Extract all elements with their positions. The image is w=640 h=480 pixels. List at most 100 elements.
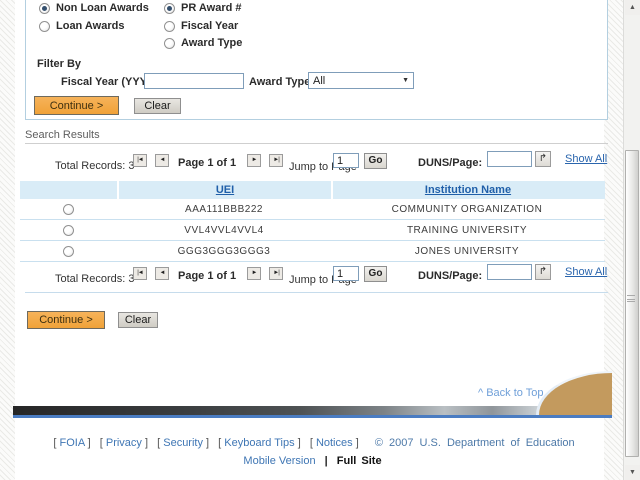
show-all-link[interactable]: Show All [565,153,607,165]
filter-by-label: Filter By [37,58,81,70]
fiscal-year-radio[interactable] [164,21,175,32]
go-button[interactable]: Go [364,153,387,169]
prev-page-button[interactable]: ◄ [155,267,169,280]
pagination-top: Total Records: 3 |◄ ◄ Page 1 of 1 ► ►| J… [25,150,608,176]
award-type-radio-label: Award Type [181,37,242,49]
row-institution: JONES UNIVERSITY [331,246,603,257]
continue-button-bottom[interactable]: Continue > [27,311,105,329]
uei-sort-link[interactable]: UEI [216,184,234,196]
page-status: Page 1 of 1 [178,270,236,282]
award-type-radio[interactable] [164,38,175,49]
award-type-selected-value: All [313,75,325,87]
footer-version-row: Mobile Version | Full Site [15,455,610,467]
bracket: ] [88,437,91,449]
copyright-text: © 2007 U.S. Department of Education [375,437,575,449]
security-link[interactable]: Security [163,437,203,449]
non-loan-awards-label: Non Loan Awards [56,2,149,14]
bracket: ] [206,437,209,449]
show-all-link[interactable]: Show All [565,266,607,278]
row-institution: TRAINING UNIVERSITY [331,225,603,236]
prev-page-button[interactable]: ◄ [155,154,169,167]
bracket: ] [298,437,301,449]
row-select-radio[interactable] [63,204,74,215]
table-row: AAA111BBB222 COMMUNITY ORGANIZATION [20,199,605,220]
duns-per-page-input[interactable] [487,264,532,280]
award-type-select[interactable]: All ▼ [308,72,414,89]
page-status: Page 1 of 1 [178,157,236,169]
last-page-icon: ►| [273,270,279,276]
row-select-radio[interactable] [63,225,74,236]
institution-column-header: Institution Name [331,181,603,199]
bracket: ] [145,437,148,449]
privacy-link[interactable]: Privacy [106,437,142,449]
select-column-header [20,181,117,199]
last-page-icon: ►| [273,157,279,163]
continue-button-top[interactable]: Continue > [34,96,119,115]
fiscal-year-input[interactable] [144,73,244,89]
classroom-corner-photo [536,371,612,415]
row-select-radio[interactable] [63,246,74,257]
footer-links-row: [ FOIA ] [ Privacy ] [ Security ] [ Keyb… [15,437,610,449]
pr-award-radio[interactable] [164,3,175,14]
clear-button-top[interactable]: Clear [134,98,181,114]
pagination-bottom: Total Records: 3 |◄ ◄ Page 1 of 1 ► ►| J… [25,263,608,289]
row-uei: VVL4VVL4VVL4 [117,225,331,236]
full-site-label: Full Site [337,455,382,467]
first-page-button[interactable]: |◄ [133,154,147,167]
duns-per-page-label: DUNS/Page: [418,270,482,282]
section-divider [25,143,608,144]
bracket: [ [157,437,160,449]
institution-sort-link[interactable]: Institution Name [425,184,511,196]
mobile-version-link[interactable]: Mobile Version [243,455,315,467]
prev-page-icon: ◄ [160,157,165,163]
bracket: [ [310,437,313,449]
scroll-up-button[interactable]: ▲ [625,0,640,15]
bracket: [ [53,437,56,449]
search-results-title: Search Results [25,129,100,141]
row-institution: COMMUNITY ORGANIZATION [331,204,603,215]
foia-link[interactable]: FOIA [59,437,84,449]
keyboard-tips-link[interactable]: Keyboard Tips [224,437,294,449]
scroll-down-button[interactable]: ▼ [625,465,640,480]
table-row: VVL4VVL4VVL4 TRAINING UNIVERSITY [20,220,605,241]
search-criteria-panel: Non Loan Awards Loan Awards PR Award # F… [25,0,608,120]
jump-to-page-input[interactable] [333,266,359,281]
back-to-top-link[interactable]: ^ Back to Top [478,387,544,399]
fiscal-year-radio-label: Fiscal Year [181,20,238,32]
duns-go-arrow-icon: ↱ [539,153,547,164]
next-page-button[interactable]: ► [247,154,261,167]
vertical-scrollbar[interactable]: ▲ ▼ [623,0,640,480]
first-page-button[interactable]: |◄ [133,267,147,280]
first-page-icon: |◄ [137,270,143,276]
scroll-down-icon: ▼ [629,469,636,476]
last-page-button[interactable]: ►| [269,154,283,167]
notices-link[interactable]: Notices [316,437,353,449]
version-separator: | [325,455,328,467]
loan-awards-radio[interactable] [39,21,50,32]
total-records-label: Total Records: 3 [55,273,134,285]
go-button[interactable]: Go [364,266,387,282]
last-page-button[interactable]: ►| [269,267,283,280]
scrollbar-thumb[interactable] [625,150,639,457]
loan-awards-label: Loan Awards [56,20,124,32]
row-uei: GGG3GGG3GGG3 [117,246,331,257]
jump-to-page-input[interactable] [333,153,359,168]
results-table: UEI Institution Name AAA111BBB222 COMMUN… [20,181,605,262]
results-table-header: UEI Institution Name [20,181,605,199]
bracket: [ [218,437,221,449]
pr-award-label: PR Award # [181,2,242,14]
bracket: [ [100,437,103,449]
duns-per-page-input[interactable] [487,151,532,167]
total-records-label: Total Records: 3 [55,160,134,172]
duns-go-button[interactable]: ↱ [535,151,551,167]
chevron-down-icon: ▼ [402,77,409,84]
non-loan-awards-radio[interactable] [39,3,50,14]
clear-button-bottom[interactable]: Clear [118,312,158,328]
grants-search-page: Non Loan Awards Loan Awards PR Award # F… [0,0,640,480]
next-page-button[interactable]: ► [247,267,261,280]
first-page-icon: |◄ [137,157,143,163]
award-type-field-label: Award Type [249,76,310,88]
duns-go-button[interactable]: ↱ [535,264,551,280]
footer-blue-line [13,415,612,418]
duns-go-arrow-icon: ↱ [539,266,547,277]
